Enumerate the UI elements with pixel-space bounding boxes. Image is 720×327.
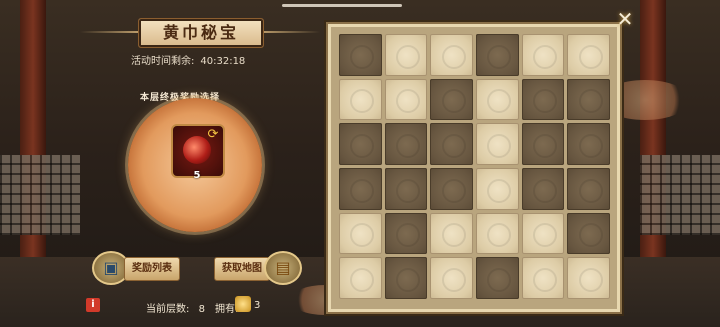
board-tile[interactable] [430,257,473,299]
info-icon[interactable]: i [86,298,100,312]
tile-board [339,34,610,299]
board-tile[interactable] [384,123,428,165]
board-tile[interactable] [521,78,565,121]
tile-emblem [578,178,603,203]
board-tile[interactable] [567,123,610,165]
map-icon[interactable]: ▤ [264,251,302,285]
board-tile[interactable] [339,168,382,210]
board-tile[interactable] [521,34,565,76]
board-tile[interactable] [384,34,428,76]
board-tile[interactable] [476,257,519,299]
tile-emblem [578,89,603,114]
board-tile[interactable] [476,168,519,210]
tile-emblem [532,44,557,69]
title-plate: 黄巾秘宝 [138,18,264,48]
tile-emblem [532,134,557,159]
top-handle [282,4,402,7]
gold-item-icon [235,296,251,312]
tile-emblem [532,89,557,114]
timer-value: 40:32:18 [200,56,246,67]
board-tile[interactable] [339,212,382,255]
tile-emblem [350,268,375,293]
tile-emblem [487,89,512,114]
tile-emblem [350,44,375,69]
board-tile[interactable] [430,78,473,121]
board-tile[interactable] [384,168,428,210]
board-tile[interactable] [430,168,473,210]
tile-emblem [487,134,512,159]
tile-emblem [578,268,603,293]
tile-emblem [487,223,512,248]
tile-emblem [441,178,466,203]
tile-emblem [395,134,420,159]
board-tile[interactable] [567,78,610,121]
current-floor: 当前层数: 8 [146,300,205,315]
page-title: 黄巾秘宝 [162,23,239,42]
timer-label: 活动时间剩余: [131,56,195,67]
tile-emblem [395,44,420,69]
tile-emblem [487,268,512,293]
board-tile[interactable] [430,34,473,76]
board-tile[interactable] [567,257,610,299]
tile-emblem [395,223,420,248]
tile-emblem [532,178,557,203]
title-banner: 黄巾秘宝 [80,18,320,48]
tile-emblem [441,268,466,293]
tile-emblem [441,134,466,159]
tile-emblem [350,178,375,203]
own-count: 3 [254,300,261,311]
tile-emblem [350,89,375,114]
tile-emblem [441,89,466,114]
board-tile[interactable] [567,34,610,76]
tile-emblem [532,268,557,293]
get-map-button[interactable]: 获取地图 [214,257,270,281]
board-tile[interactable] [384,257,428,299]
refresh-icon[interactable]: ⟳ [206,128,220,142]
tile-emblem [487,178,512,203]
reward-count: 5 [193,170,201,181]
tile-emblem [350,223,375,248]
tile-emblem [350,134,375,159]
board-tile[interactable] [476,212,519,255]
tile-emblem [487,44,512,69]
board-tile[interactable] [476,78,519,121]
board-tile[interactable] [384,78,428,121]
board-tile[interactable] [521,257,565,299]
board-tile[interactable] [567,168,610,210]
tile-emblem [441,44,466,69]
tile-emblem [578,134,603,159]
lattice-window-right [640,155,720,235]
board-tile[interactable] [521,212,565,255]
board-tile[interactable] [521,168,565,210]
close-icon[interactable]: ✕ [612,6,638,32]
board-tile[interactable] [430,212,473,255]
tile-emblem [395,178,420,203]
floor-label: 当前层数: [146,304,190,315]
board-tile[interactable] [521,123,565,165]
lattice-window-left [0,155,80,235]
board-tile[interactable] [339,123,382,165]
event-timer: 活动时间剩余: 40:32:18 [131,52,251,67]
tile-emblem [532,223,557,248]
board-tile[interactable] [339,78,382,121]
tile-emblem [441,223,466,248]
tile-emblem [395,268,420,293]
board-tile[interactable] [430,123,473,165]
board-tile[interactable] [339,34,382,76]
tile-emblem [395,89,420,114]
reward-list-button[interactable]: 奖励列表 [124,257,180,281]
tile-emblem [578,44,603,69]
floor-value: 8 [198,304,205,315]
board-tile[interactable] [476,123,519,165]
board-tile[interactable] [567,212,610,255]
board-tile[interactable] [476,34,519,76]
board-tile[interactable] [339,257,382,299]
board-tile[interactable] [384,212,428,255]
tile-emblem [578,223,603,248]
